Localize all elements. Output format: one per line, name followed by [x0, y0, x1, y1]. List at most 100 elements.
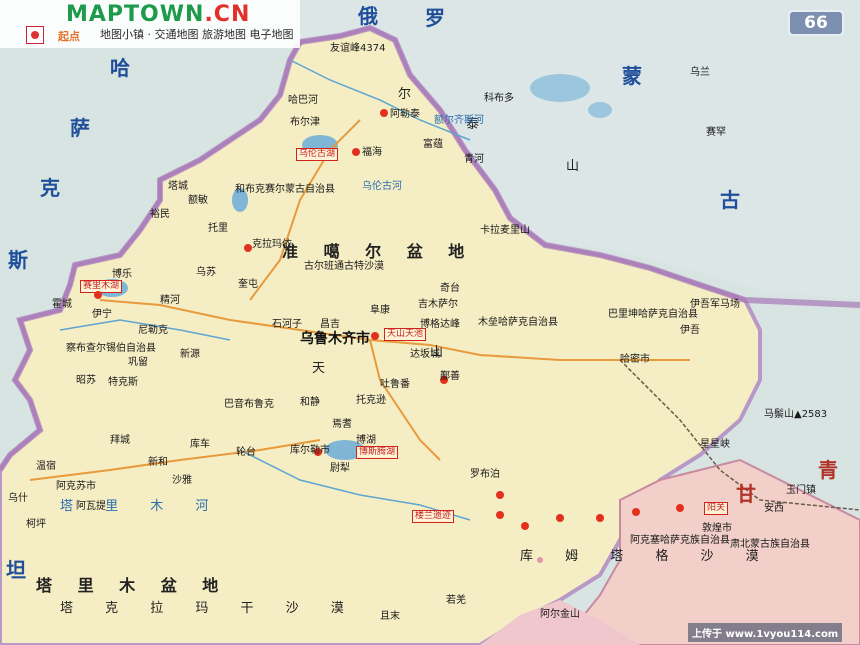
place-label: 阿克苏市 [56, 481, 96, 492]
tag-sayram-lake[interactable]: 赛里木湖 [80, 280, 123, 293]
place-label: 福海 [362, 147, 382, 158]
kazakh-mark-3: 克 [40, 176, 60, 200]
scenic-dot[interactable] [676, 504, 684, 512]
place-label: 巴里坤哈萨克自治县 [608, 309, 698, 320]
place-label: 柯坪 [26, 519, 46, 530]
scenic-dot[interactable] [371, 332, 379, 340]
river-label: 乌伦古河 [362, 181, 402, 192]
junggar-basin-label: 准 噶 尔 盆 地 [282, 242, 475, 261]
place-label: 吐鲁番 [380, 379, 410, 390]
site-logo[interactable]: MAPTOWN.CN [66, 2, 250, 27]
place-label: 乌什 [8, 493, 28, 504]
place-label: 卡拉麦里山 [480, 225, 530, 236]
place-label: 乌苏 [196, 267, 216, 278]
place-label: 罗布泊 [470, 469, 500, 480]
upload-credit: 上传于 www.1vyou114.com [688, 623, 843, 642]
place-label: 精河 [160, 295, 180, 306]
place-label: 博格达峰 [420, 319, 460, 330]
place-label: 库车 [190, 439, 210, 450]
tag-loulan[interactable]: 楼兰遗迹 [412, 510, 455, 523]
place-label: 克拉玛依 [252, 239, 292, 250]
place-label: 马鬃山▲2583 [764, 409, 828, 420]
place-label: 哈巴河 [288, 95, 318, 106]
scenic-dot[interactable] [521, 522, 529, 530]
scenic-dot[interactable] [244, 244, 252, 252]
place-label: 友谊峰4374 [330, 43, 386, 54]
place-label: 塔城 [168, 181, 188, 192]
scenic-dot[interactable] [380, 109, 388, 117]
place-label: 乌兰 [690, 67, 710, 78]
scenic-dot[interactable] [352, 148, 360, 156]
scenic-dot[interactable] [556, 514, 564, 522]
place-label: 且末 [380, 611, 400, 622]
kazakh-mark-1: 哈 [110, 56, 130, 80]
page-number-badge: 66 [788, 10, 844, 36]
site-nav[interactable]: 地图小镇 · 交通地图 旅游地图 电子地图 [100, 26, 293, 42]
place-label: 和静 [300, 397, 320, 408]
place-label: 哈密市 [620, 354, 650, 365]
scenic-dot[interactable] [632, 508, 640, 516]
beishan-label: 山 [566, 159, 594, 174]
place-label: 阿尔金山 [540, 609, 580, 620]
site-header: MAPTOWN.CN 起点 地图小镇 · 交通地图 旅游地图 电子地图 [0, 0, 300, 48]
start-label: 起点 [58, 30, 80, 43]
place-label: 博湖 [356, 435, 376, 446]
start-marker-icon [26, 26, 44, 44]
kazakh-mark-2: 萨 [70, 116, 90, 140]
place-label: 赛罕 [706, 127, 726, 138]
place-label: 和布克赛尔蒙古自治县 [235, 184, 335, 195]
place-label: 阿瓦提 [76, 501, 106, 512]
altai-label: 尔 [398, 87, 426, 102]
tag-bosten-lake[interactable]: 博斯腾湖 [356, 446, 399, 459]
russia-mark-2: 罗 [425, 6, 445, 30]
qinghai-label: 青 [818, 458, 838, 482]
place-label: 霍城 [52, 299, 72, 310]
tianshan-label: 天 [312, 361, 340, 376]
place-label: 星星峡 [700, 439, 730, 450]
scenic-dot[interactable] [496, 491, 504, 499]
place-label: 伊宁 [92, 309, 112, 320]
mongolia-mark-1: 蒙 [622, 64, 642, 88]
place-label: 伊吾 [680, 325, 700, 336]
place-label: 肃北蒙古族自治县 [730, 539, 810, 550]
place-label: 焉耆 [332, 419, 352, 430]
place-label: 石河子 [272, 319, 302, 330]
russia-mark-3: 斯 [8, 248, 28, 272]
logo-suffix: .CN [204, 2, 251, 27]
place-label: 奇台 [440, 283, 460, 294]
tarim-basin-label: 塔 里 木 盆 地 [36, 576, 229, 595]
place-label: 奎屯 [238, 279, 258, 290]
tag-yangguan[interactable]: 阳关 [704, 502, 729, 515]
place-label: 阿勒泰 [390, 109, 420, 120]
place-label: 托克逊 [356, 395, 386, 406]
place-label: 巴音布鲁克 [224, 399, 274, 410]
place-label: 安西 [764, 503, 784, 514]
place-label: 若羌 [446, 595, 466, 606]
taklamakan-label: 塔 克 拉 玛 干 沙 漠 [60, 601, 358, 616]
place-label: 库尔勒市 [290, 445, 330, 456]
river-label: 额尔齐斯河 [434, 115, 484, 126]
place-label: 沙雅 [172, 475, 192, 486]
place-label: 察布查尔锡伯自治县 [66, 343, 156, 354]
place-label: 科布多 [484, 93, 514, 104]
place-label: 巩留 [128, 357, 148, 368]
place-label: 新和 [148, 457, 168, 468]
place-label: 昭苏 [76, 375, 96, 386]
place-label: 阿克塞哈萨克族自治县 [630, 535, 730, 546]
place-label: 温宿 [36, 461, 56, 472]
place-label: 特克斯 [108, 377, 138, 388]
place-label: 鄯善 [440, 371, 460, 382]
place-label: 尉犁 [330, 463, 350, 474]
place-label: 阜康 [370, 305, 390, 316]
russia-mark-1: 俄 [358, 4, 378, 28]
place-label: 伊吾军马场 [690, 299, 740, 310]
place-label: 青河 [464, 154, 484, 165]
tag-ulungur-lake[interactable]: 乌伦古湖 [296, 148, 339, 161]
scenic-dot[interactable] [596, 514, 604, 522]
place-label: 额敏 [188, 195, 208, 206]
place-label: 托里 [208, 223, 228, 234]
place-label: 达坂城 [410, 349, 440, 360]
capital-label: 乌鲁木齐市 [300, 331, 370, 347]
scenic-dot[interactable] [94, 291, 102, 299]
scenic-dot[interactable] [496, 511, 504, 519]
